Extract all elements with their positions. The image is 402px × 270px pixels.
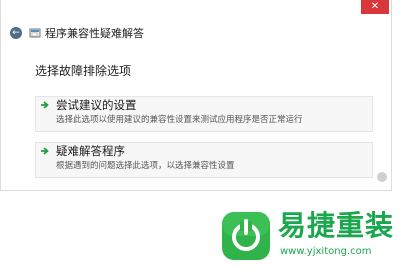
app-icon	[29, 28, 41, 38]
scroll-indicator	[377, 172, 387, 182]
troubleshooter-window: ✕ ← 程序兼容性疑难解答 选择故障排除选项 尝试建议的设置 选择此选项以使用建…	[0, 0, 392, 191]
option-try-recommended-settings[interactable]: 尝试建议的设置 选择此选项以使用建议的兼容性设置来测试应用程序是否正常运行	[35, 96, 373, 132]
watermark-logo: 易捷重装 www.yjxitong.com	[212, 206, 402, 270]
page-heading: 选择故障排除选项	[35, 64, 132, 78]
option-title: 尝试建议的设置	[56, 98, 137, 112]
option-troubleshoot-program[interactable]: 疑难解答程序 根据遇到的问题选择此选项，以选择兼容性设置	[35, 142, 373, 178]
back-arrow-icon[interactable]: ←	[10, 27, 22, 39]
power-logo-icon	[222, 212, 270, 260]
option-description: 选择此选项以使用建议的兼容性设置来测试应用程序是否正常运行	[56, 115, 303, 125]
option-description: 根据遇到的问题选择此选项，以选择兼容性设置	[56, 161, 235, 171]
arrow-right-icon	[41, 101, 49, 109]
close-button[interactable]: ✕	[361, 0, 389, 14]
title-bar: ✕	[1, 0, 391, 22]
brand-url: www.yjxitong.com	[280, 246, 372, 257]
brand-name: 易捷重装	[278, 209, 395, 242]
arrow-right-icon	[41, 147, 49, 155]
option-title: 疑难解答程序	[56, 144, 125, 158]
window-title: 程序兼容性疑难解答	[45, 27, 144, 40]
nav-bar: ← 程序兼容性疑难解答	[1, 22, 391, 46]
